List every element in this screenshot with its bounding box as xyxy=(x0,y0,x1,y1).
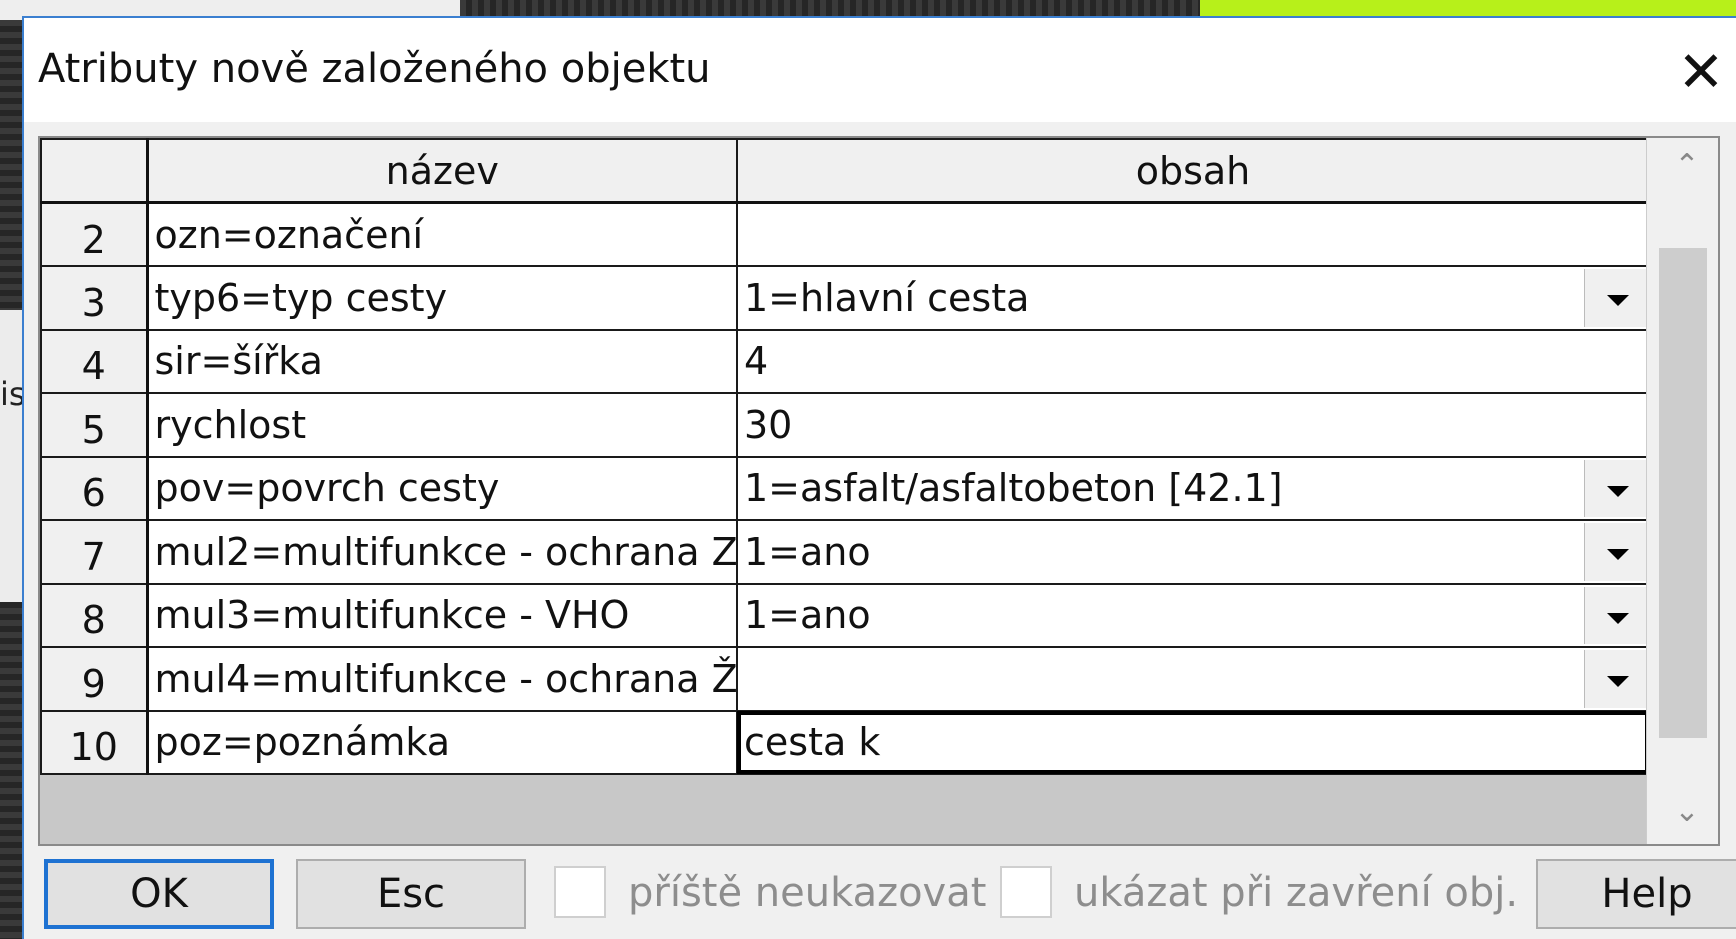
vertical-scrollbar[interactable]: ⌃ ⌄ xyxy=(1646,138,1718,844)
attribute-value-text: cesta k xyxy=(744,720,881,765)
attribute-value-text: 30 xyxy=(744,402,793,447)
attribute-name-cell[interactable]: ozn=označení xyxy=(146,201,738,267)
dropdown-arrow-icon[interactable] xyxy=(1584,459,1646,517)
attribute-value-select[interactable]: 1=ano xyxy=(736,519,1650,585)
row-number[interactable]: 2 xyxy=(40,201,149,267)
attribute-value-input[interactable]: 30 xyxy=(736,392,1650,458)
scroll-up-icon[interactable]: ⌃ xyxy=(1667,148,1707,188)
row-number[interactable]: 6 xyxy=(40,455,149,521)
attributes-dialog: Atributy nově založeného objektu ✕ název… xyxy=(22,16,1736,939)
title-bar: Atributy nově založeného objektu ✕ xyxy=(24,18,1736,122)
ok-button[interactable]: OK xyxy=(44,859,274,929)
row-number[interactable]: 8 xyxy=(40,582,149,648)
dropdown-arrow-icon[interactable] xyxy=(1584,650,1646,708)
background-panel: is xyxy=(0,310,26,602)
dropdown-arrow-icon[interactable] xyxy=(1584,269,1646,327)
row-number[interactable]: 4 xyxy=(40,328,149,394)
attribute-name-cell[interactable]: rychlost xyxy=(146,392,738,458)
table-row[interactable]: 3 typ6=typ cesty 1=hlavní cesta xyxy=(40,265,1650,331)
row-number[interactable]: 5 xyxy=(40,392,149,458)
close-icon[interactable]: ✕ xyxy=(1666,38,1736,108)
attribute-value-select[interactable]: 1=ano xyxy=(736,582,1650,648)
table-row[interactable]: 6 pov=povrch cesty 1=asfalt/asfaltobeton [… xyxy=(40,455,1650,521)
dropdown-arrow-icon[interactable] xyxy=(1584,586,1646,644)
dont-show-next-checkbox[interactable] xyxy=(554,866,606,918)
attribute-value-select[interactable] xyxy=(736,646,1650,712)
grid-body: 2 ozn=označení 3 typ6=typ cesty 1=hlavní ces… xyxy=(40,201,1650,775)
dialog-title: Atributy nově založeného objektu xyxy=(38,46,711,92)
column-header-name[interactable]: název xyxy=(146,138,738,204)
table-row[interactable]: 2 ozn=označení xyxy=(40,201,1650,267)
dont-show-next-label: příště neukazovat xyxy=(628,870,987,916)
attribute-value-text: 1=ano xyxy=(744,593,871,638)
attribute-value-text: 4 xyxy=(744,339,769,384)
attribute-value-text: 1=asfalt/asfaltobeton [42.1] xyxy=(744,466,1283,511)
attribute-value-text: 1=ano xyxy=(744,529,871,574)
show-on-close-label: ukázat při zavření obj. xyxy=(1074,870,1519,916)
background-left-strip: is xyxy=(0,20,26,939)
attribute-name-cell[interactable]: mul2=multifunkce - ochrana ZPF xyxy=(146,519,738,585)
attribute-name-cell[interactable]: mul3=multifunkce - VHO xyxy=(146,582,738,648)
attribute-name-cell[interactable]: poz=poznámka xyxy=(146,709,738,775)
attribute-value-input[interactable] xyxy=(736,201,1650,267)
row-number[interactable]: 3 xyxy=(40,265,149,331)
attribute-name-cell[interactable]: pov=povrch cesty xyxy=(146,455,738,521)
row-number[interactable]: 9 xyxy=(40,646,149,712)
show-on-close-checkbox[interactable] xyxy=(1000,866,1052,918)
attribute-value-input[interactable]: 4 xyxy=(736,328,1650,394)
attribute-grid: název obsah 2 ozn=označení 3 typ6=typ cesty… xyxy=(38,136,1720,846)
table-row[interactable]: 7 mul2=multifunkce - ochrana ZPF 1=ano xyxy=(40,519,1650,585)
attribute-value-select[interactable]: 1=asfalt/asfaltobeton [42.1] xyxy=(736,455,1650,521)
attribute-name-cell[interactable]: mul4=multifunkce - ochrana ŽP xyxy=(146,646,738,712)
corner-cell[interactable] xyxy=(40,138,149,204)
attribute-name-cell[interactable]: typ6=typ cesty xyxy=(146,265,738,331)
table-row[interactable]: 4 sir=šířka 4 xyxy=(40,328,1650,394)
attribute-value-select[interactable]: 1=hlavní cesta xyxy=(736,265,1650,331)
column-header-value[interactable]: obsah xyxy=(736,138,1650,204)
header-row: název obsah xyxy=(40,138,1650,204)
help-button[interactable]: Help xyxy=(1536,859,1736,929)
table-row[interactable]: 5 rychlost 30 xyxy=(40,392,1650,458)
attribute-value-text: 1=hlavní cesta xyxy=(744,275,1030,320)
table-row[interactable]: 9 mul4=multifunkce - ochrana ŽP xyxy=(40,646,1650,712)
scroll-thumb[interactable] xyxy=(1659,248,1707,738)
table-row[interactable]: 10 poz=poznámka cesta k xyxy=(40,709,1650,775)
attribute-value-input[interactable]: cesta k xyxy=(736,709,1650,775)
row-number[interactable]: 10 xyxy=(40,709,149,775)
esc-button[interactable]: Esc xyxy=(296,859,526,929)
table-row[interactable]: 8 mul3=multifunkce - VHO 1=ano xyxy=(40,582,1650,648)
attribute-name-cell[interactable]: sir=šířka xyxy=(146,328,738,394)
row-number[interactable]: 7 xyxy=(40,519,149,585)
attribute-table: název obsah 2 ozn=označení 3 typ6=typ cesty… xyxy=(40,138,1650,775)
dropdown-arrow-icon[interactable] xyxy=(1584,523,1646,581)
scroll-down-icon[interactable]: ⌄ xyxy=(1667,794,1707,834)
